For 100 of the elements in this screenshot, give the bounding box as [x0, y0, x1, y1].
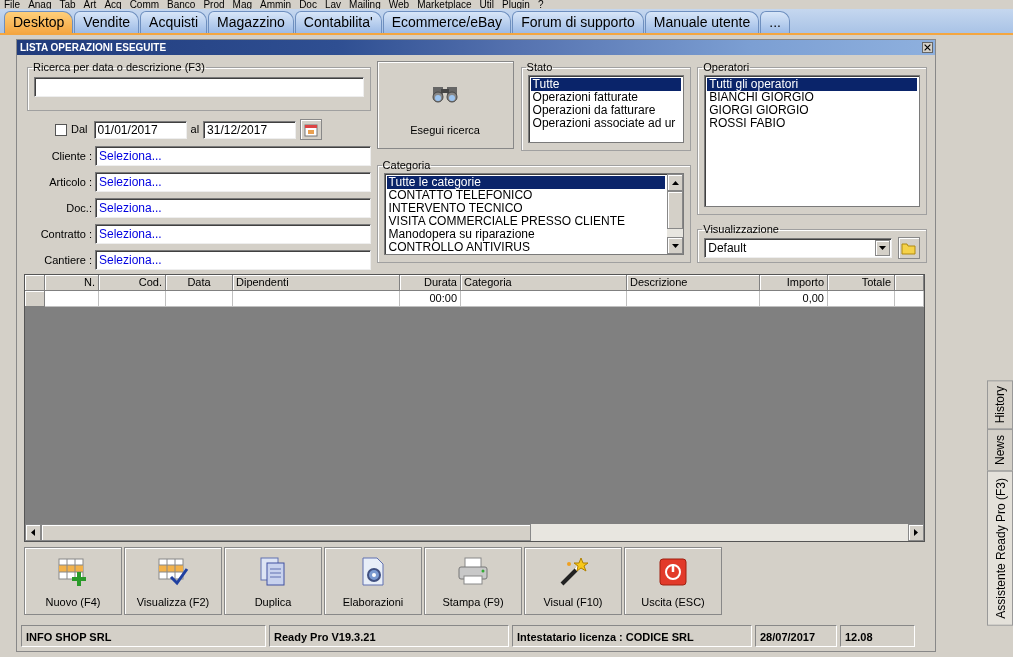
action-button[interactable]: Duplica — [224, 547, 322, 615]
side-tab[interactable]: News — [987, 429, 1013, 472]
list-item[interactable]: Tutti gli operatori — [707, 78, 917, 91]
action-button[interactable]: Elaborazioni — [324, 547, 422, 615]
search-field[interactable] — [34, 77, 364, 97]
list-item[interactable]: INTERVENTO TECNICO — [386, 202, 666, 215]
field-label: Contratto : — [39, 226, 93, 242]
date-field[interactable]: 31/12/2017 — [203, 120, 297, 139]
table-cell — [895, 291, 924, 307]
category-list[interactable]: Tutte le categorie CONTATTO TELEFONICO INTERVENTO TECNICO VISITA COMMERCIALE PRESSO CLIENTE Manodopera su riparazione CONTROLLO ANTIVIRUS — [383, 173, 685, 255]
menu-item[interactable]: Banco — [167, 0, 204, 9]
tab[interactable]: Acquisti — [140, 11, 208, 33]
column-header[interactable]: N. — [45, 275, 99, 291]
status-text: INFO SHOP SRL — [21, 625, 266, 647]
field-label: Cantiere : — [43, 252, 93, 268]
table-cell: 00:00 — [400, 291, 461, 307]
date-label: Dal — [71, 122, 88, 138]
field-label: Cliente : — [50, 148, 93, 164]
column-header[interactable]: Descrizione — [627, 275, 760, 291]
scroll-right-icon — [914, 529, 918, 536]
group-label: Visualizzazione — [702, 223, 780, 235]
group-label: Categoria — [381, 159, 432, 171]
scroll-left-icon — [31, 529, 35, 536]
status-text: 28/07/2017 — [755, 625, 837, 647]
menu-item[interactable]: Ammin — [260, 0, 300, 9]
list-item[interactable]: Tutte — [530, 78, 682, 91]
scrollbar[interactable] — [25, 524, 924, 541]
power-icon — [657, 555, 689, 588]
menu-item[interactable]: ? — [537, 0, 552, 9]
tab[interactable]: Desktop — [4, 11, 74, 33]
list-item[interactable]: Tutte le categorie — [386, 176, 666, 189]
column-header[interactable]: Categoria — [461, 275, 627, 291]
menu-item[interactable]: Tab — [59, 0, 84, 9]
list-item[interactable]: Operazioni da fatturare — [530, 104, 682, 117]
close-icon[interactable] — [922, 42, 933, 53]
caret-icon — [879, 246, 886, 250]
list-item[interactable]: GIORGI GIORGIO — [707, 104, 917, 117]
tab[interactable]: Manuale utente — [644, 11, 760, 33]
tab[interactable]: Contabilita' — [294, 11, 382, 33]
menu-item[interactable]: Web — [388, 0, 418, 9]
table-cell — [99, 291, 166, 307]
date-label: al — [190, 122, 200, 138]
checkbox[interactable] — [55, 123, 67, 136]
list-item[interactable]: CONTROLLO ANTIVIRUS — [386, 241, 666, 254]
binoculars-icon — [430, 84, 461, 104]
date-field[interactable]: 01/01/2017 — [93, 120, 187, 139]
menu-item[interactable]: File — [4, 0, 29, 9]
tab[interactable]: Ecommerce/eBay — [382, 11, 512, 33]
menu-item[interactable]: Art — [83, 0, 105, 9]
view-dropdown[interactable]: Default — [704, 238, 892, 258]
scroll-up-icon — [671, 180, 679, 185]
search-button[interactable]: Esegui ricerca — [376, 61, 514, 149]
column-header[interactable]: Importo — [760, 275, 828, 291]
table-cell — [166, 291, 233, 307]
tab[interactable]: Forum di supporto — [512, 11, 644, 33]
action-button[interactable]: Stampa (F9) — [424, 547, 522, 615]
side-tab[interactable]: History — [987, 380, 1013, 430]
select-field[interactable]: Seleziona... — [95, 198, 371, 218]
select-field[interactable]: Seleziona... — [95, 146, 371, 166]
column-header[interactable]: Totale — [828, 275, 895, 291]
menu-item[interactable]: Prod — [203, 0, 233, 9]
status-list[interactable]: Tutte Operazioni fatturate Operazioni da fatturare Operazioni associate ad ur — [527, 75, 685, 143]
menu-item[interactable]: Lav — [324, 0, 350, 9]
printer-icon — [457, 555, 489, 588]
operator-list[interactable]: Tutti gli operatori BIANCHI GIORGIO GIORGI GIORGIO ROSSI FABIO — [704, 75, 920, 207]
action-button[interactable]: Nuovo (F4) — [24, 547, 122, 615]
select-field[interactable]: Seleziona... — [95, 172, 371, 192]
tab[interactable]: Vendite — [74, 11, 140, 33]
list-item[interactable]: ROSSI FABIO — [707, 117, 917, 130]
list-item[interactable]: VISITA COMMERCIALE PRESSO CLIENTE — [386, 215, 666, 228]
action-button[interactable]: Uscita (ESC) — [624, 547, 722, 615]
action-button[interactable]: Visualizza (F2) — [124, 547, 222, 615]
select-field[interactable]: Seleziona... — [95, 224, 371, 244]
column-header[interactable]: Durata — [400, 275, 461, 291]
column-header[interactable]: Data — [166, 275, 233, 291]
tab[interactable]: ... — [760, 11, 790, 33]
scrollbar[interactable] — [667, 174, 684, 254]
list-item[interactable]: Operazioni fatturate — [530, 91, 682, 104]
list-item[interactable]: Manodopera su riparazione — [386, 228, 666, 241]
menu-item[interactable]: Comm — [129, 0, 168, 9]
select-field[interactable]: Seleziona... — [95, 250, 371, 270]
menu-item[interactable]: Util — [479, 0, 503, 9]
status-text: Intestatario licenza : CODICE SRL — [512, 625, 752, 647]
window-title: LISTA OPERAZIONI ESEGUITE — [20, 41, 167, 55]
group-label: Ricerca per data o descrizione (F3) — [32, 61, 206, 73]
list-item[interactable]: BIANCHI GIORGIO — [707, 91, 917, 104]
menu-item[interactable]: Doc — [299, 0, 325, 9]
side-tab[interactable]: Assistente Ready Pro (F3) — [987, 471, 1013, 627]
calendar-button[interactable] — [300, 119, 323, 140]
status-text: 12.08 — [840, 625, 915, 647]
list-item[interactable]: CONTATTO TELEFONICO — [386, 189, 666, 202]
tab[interactable]: Magazzino — [208, 11, 294, 33]
action-button[interactable]: Visual (F10) — [524, 547, 622, 615]
calendar-icon — [304, 122, 319, 137]
column-header[interactable]: Cod. — [99, 275, 166, 291]
field-label: Articolo : — [48, 174, 93, 190]
column-header[interactable]: Dipendenti — [233, 275, 400, 291]
folder-button[interactable] — [898, 237, 920, 259]
table-cell — [828, 291, 895, 307]
list-item[interactable]: Operazioni associate ad ur — [530, 117, 682, 130]
